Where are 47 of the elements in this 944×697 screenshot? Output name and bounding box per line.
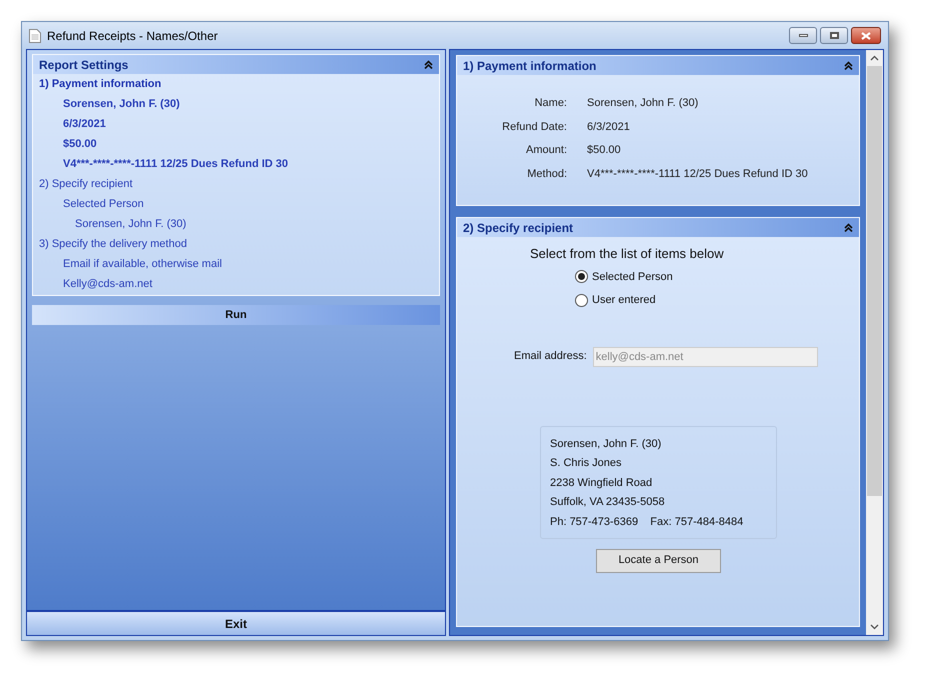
radio-option[interactable]: User entered bbox=[575, 292, 656, 308]
maximize-button[interactable] bbox=[820, 27, 848, 44]
exit-button[interactable]: Exit bbox=[27, 610, 445, 635]
scroll-up-icon[interactable] bbox=[870, 55, 879, 61]
radio-button[interactable] bbox=[575, 294, 588, 307]
prompt-text: Select from the list of items below bbox=[530, 245, 725, 263]
run-button[interactable]: Run bbox=[32, 305, 440, 325]
field-value: 6/3/2021 bbox=[587, 120, 630, 134]
field-value: $50.00 bbox=[587, 143, 621, 158]
close-button[interactable] bbox=[851, 27, 881, 44]
field-label: Name: bbox=[534, 96, 567, 111]
minimize-button[interactable] bbox=[789, 27, 817, 44]
summary-line: Kelly@cds-am.net bbox=[63, 277, 152, 292]
address-line: S. Chris Jones bbox=[550, 456, 622, 471]
locate-person-button[interactable]: Locate a Person bbox=[596, 548, 721, 572]
field-value: Sorensen, John F. (30) bbox=[587, 96, 698, 111]
summary-line: 6/3/2021 bbox=[63, 117, 106, 132]
summary-line: V4***-****-****-1111 12/25 Dues Refund ID 30 bbox=[63, 157, 288, 172]
document-icon bbox=[29, 28, 41, 42]
radio-button[interactable] bbox=[575, 270, 588, 284]
summary-line: Selected Person bbox=[63, 197, 144, 212]
field-label: Email address: bbox=[514, 349, 587, 364]
address-line: Suffolk, VA 23435-5058 bbox=[550, 495, 665, 510]
step-title[interactable]: 2) Specify recipient bbox=[39, 174, 133, 194]
field-label: Refund Date: bbox=[502, 120, 567, 134]
panel-title: 1) Payment information bbox=[463, 58, 596, 74]
panel-title: 2) Specify recipient bbox=[463, 220, 574, 236]
summary-line: $50.00 bbox=[63, 137, 97, 152]
field-label: Amount: bbox=[526, 143, 567, 158]
field-value: V4***-****-****-1111 12/25 Dues Refund ID 30 bbox=[587, 166, 808, 182]
collapse-icon[interactable] bbox=[844, 61, 853, 70]
summary-line: Email if available, otherwise mail bbox=[63, 257, 222, 272]
address-line: Sorensen, John F. (30) bbox=[550, 436, 662, 452]
panel-title: Report Settings bbox=[39, 56, 128, 74]
summary-line: Sorensen, John F. (30) bbox=[63, 97, 180, 112]
step-title[interactable]: 3) Specify the delivery method bbox=[39, 234, 187, 254]
summary-line: Sorensen, John F. (30) bbox=[75, 217, 186, 232]
radio-option[interactable]: Selected Person bbox=[575, 268, 673, 285]
close-icon bbox=[861, 32, 871, 40]
step-title[interactable]: 1) Payment information bbox=[39, 74, 162, 94]
address-line: Ph: 757-473-6369 Fax: 757-484-8484 bbox=[550, 514, 744, 530]
scroll-down-icon[interactable] bbox=[870, 624, 879, 630]
address-line: 2238 Wingfield Road bbox=[550, 476, 652, 490]
collapse-icon[interactable] bbox=[424, 60, 433, 69]
field-label: Method: bbox=[527, 166, 567, 182]
window-title: Refund Receipts - Names/Other bbox=[47, 28, 218, 44]
collapse-icon[interactable] bbox=[844, 223, 853, 232]
